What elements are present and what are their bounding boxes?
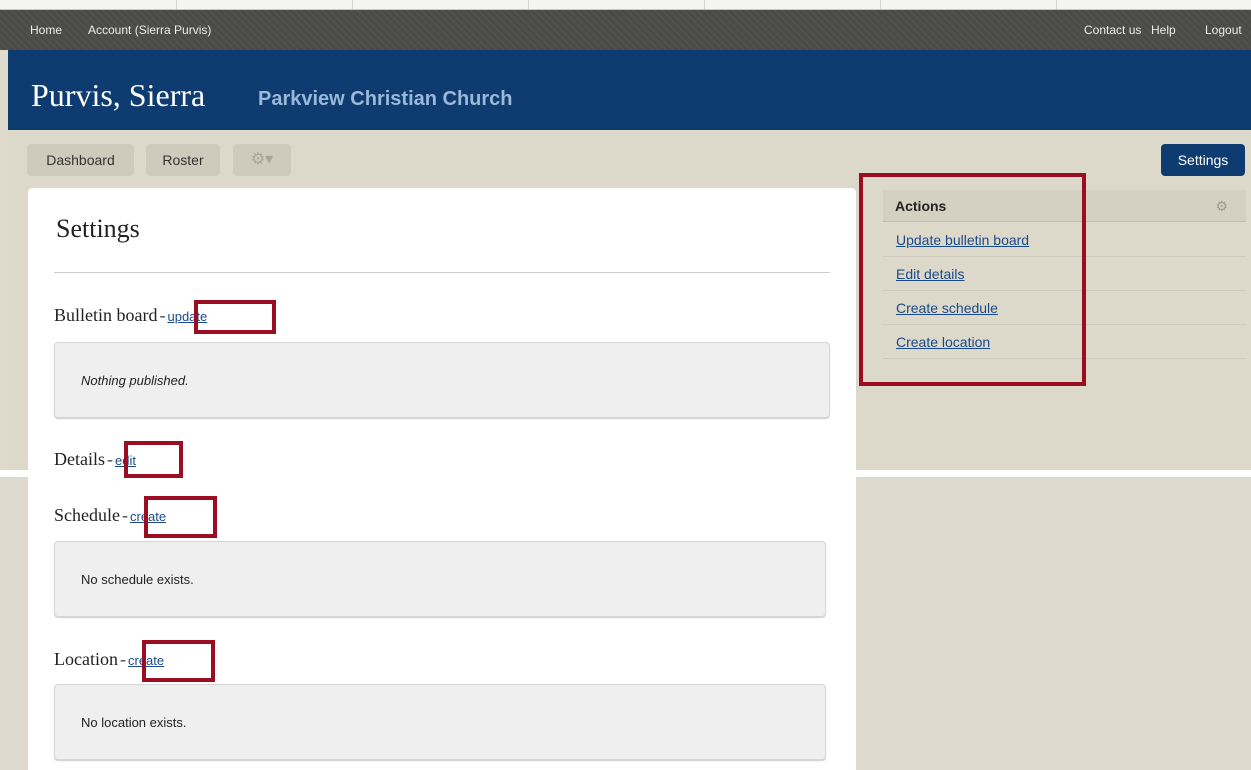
top-navigation: Home Account (Sierra Purvis) Contact us … (0, 10, 1251, 50)
highlight-box-schedule-create (144, 496, 217, 538)
details-heading-text: Details (54, 449, 105, 469)
dashboard-tab[interactable]: Dashboard (27, 144, 134, 176)
title-divider (54, 272, 830, 273)
nav-contact-link[interactable]: Contact us (1084, 23, 1141, 37)
settings-panel (28, 188, 856, 770)
schedule-well: No schedule exists. (54, 541, 826, 617)
highlight-box-location-create (142, 640, 215, 682)
screenshot-seam (0, 470, 1251, 477)
bulletin-heading-text: Bulletin board (54, 305, 158, 325)
nav-help-link[interactable]: Help (1151, 23, 1176, 37)
nav-home-link[interactable]: Home (30, 23, 62, 37)
page-heading-name: Purvis, Sierra (31, 77, 206, 113)
bulletin-heading: Bulletin board - update (54, 305, 208, 325)
highlight-box-edit (124, 441, 183, 478)
location-heading-text: Location (54, 649, 118, 669)
page-title: Settings (56, 214, 140, 243)
gear-icon[interactable]: ⚙ (1215, 190, 1228, 222)
organization-name: Parkview Christian Church (258, 88, 513, 110)
browser-top-strip (0, 0, 1251, 10)
highlight-box-update (194, 300, 276, 334)
settings-tab[interactable]: Settings (1161, 144, 1245, 176)
nav-account-link[interactable]: Account (Sierra Purvis) (88, 23, 211, 37)
roster-tab[interactable]: Roster (146, 144, 220, 176)
location-well: No location exists. (54, 684, 826, 760)
schedule-heading-text: Schedule (54, 505, 120, 525)
gear-menu-button[interactable]: ⚙▾ (233, 144, 291, 176)
bulletin-well: Nothing published. (54, 342, 830, 418)
nav-logout-link[interactable]: Logout (1205, 23, 1242, 37)
page-banner: Purvis, Sierra Parkview Christian Church (8, 50, 1251, 130)
highlight-box-actions (859, 173, 1086, 386)
